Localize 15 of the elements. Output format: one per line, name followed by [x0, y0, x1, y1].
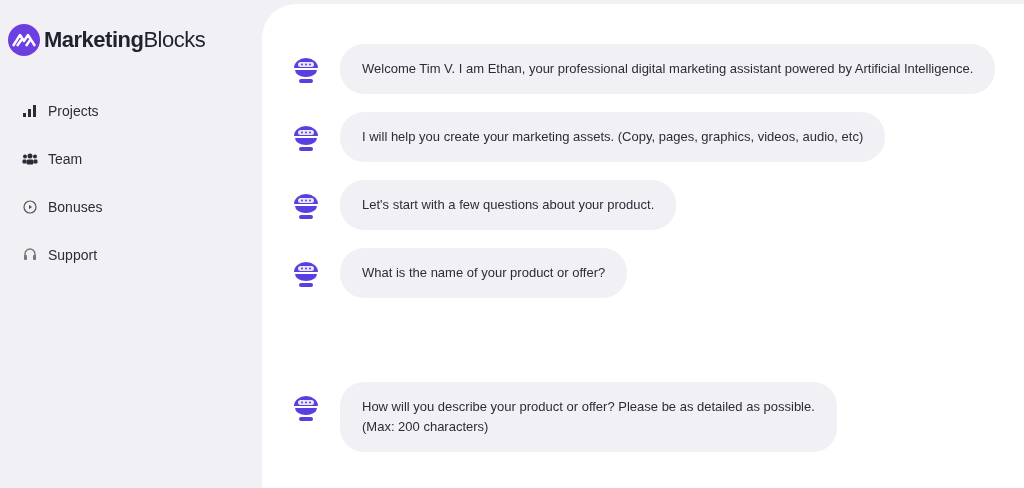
chat-message: I will help you create your marketing assets. (Copy, pages, graphics, videos, audio, etc) — [340, 112, 886, 162]
mountain-logo-icon — [8, 24, 40, 56]
play-circle-icon — [22, 199, 38, 215]
bar-chart-icon — [22, 103, 38, 119]
chat-message: Welcome Tim V. I am Ethan, your professional digital marketing assistant powered by Artificial Intelligence. — [340, 44, 996, 94]
nav-item[interactable]: Bonuses — [22, 196, 262, 218]
nav-item[interactable]: Team — [22, 148, 262, 170]
chat-message: What is the name of your product or offer? — [340, 248, 628, 298]
nav-item[interactable]: Support — [22, 244, 262, 266]
chat-message: Let's start with a few questions about your product. — [340, 180, 677, 230]
nav-item[interactable]: Projects — [22, 100, 262, 122]
chat-message: How will you describe your product or offer? Please be as detailed as possible. (Max: 200 characters) — [340, 382, 837, 452]
headset-icon — [22, 247, 38, 263]
team-icon — [22, 151, 38, 167]
brand-name: MarketingBlocks — [44, 27, 206, 53]
